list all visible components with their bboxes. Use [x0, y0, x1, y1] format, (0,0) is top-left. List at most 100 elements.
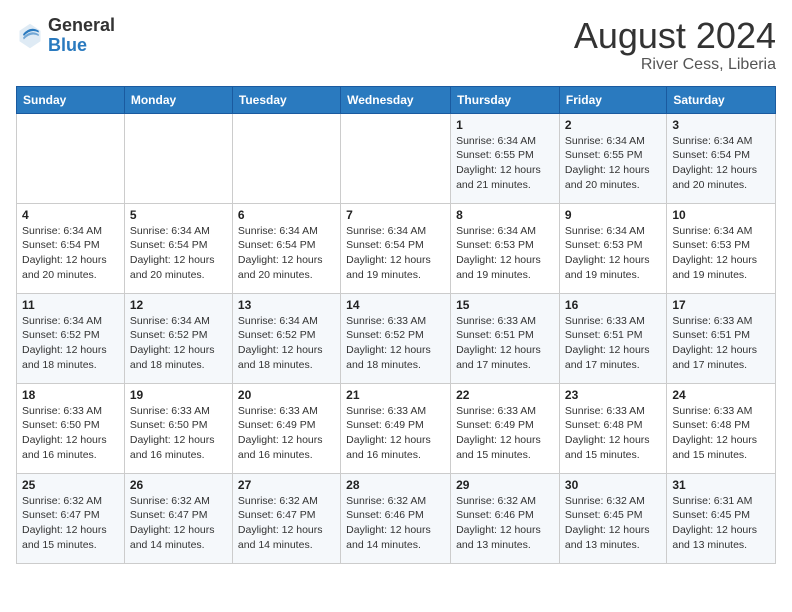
day-info: Sunrise: 6:34 AM Sunset: 6:55 PM Dayligh…	[565, 134, 661, 193]
day-number: 7	[346, 208, 445, 222]
calendar-day-cell: 25Sunrise: 6:32 AM Sunset: 6:47 PM Dayli…	[17, 473, 125, 563]
day-info: Sunrise: 6:34 AM Sunset: 6:52 PM Dayligh…	[22, 314, 119, 373]
day-info: Sunrise: 6:34 AM Sunset: 6:53 PM Dayligh…	[672, 224, 770, 283]
calendar-day-cell: 1Sunrise: 6:34 AM Sunset: 6:55 PM Daylig…	[451, 113, 560, 203]
weekday-header-wednesday: Wednesday	[341, 86, 451, 113]
day-number: 16	[565, 298, 661, 312]
day-number: 10	[672, 208, 770, 222]
calendar-week-row: 18 Sunrise: 6:33 AM Sunset: 6:50 PM Dayli…	[17, 383, 776, 473]
calendar-day-cell	[341, 113, 451, 203]
day-info: Sunrise: 6:31 AM Sunset: 6:45 PM Dayligh…	[672, 494, 770, 553]
calendar-day-cell: 23Sunrise: 6:33 AM Sunset: 6:48 PM Dayli…	[559, 383, 666, 473]
calendar-day-cell: 11 Sunrise: 6:34 AM Sunset: 6:52 PM Dayli…	[17, 293, 125, 383]
day-number: 15	[456, 298, 554, 312]
day-info: Sunrise: 6:33 AM Sunset: 6:48 PM Dayligh…	[672, 404, 770, 463]
weekday-header-monday: Monday	[124, 86, 232, 113]
day-number: 21	[346, 388, 445, 402]
day-info: Sunrise: 6:34 AM Sunset: 6:52 PM Dayligh…	[130, 314, 227, 373]
day-number: 31	[672, 478, 770, 492]
day-number: 2	[565, 118, 661, 132]
day-info: Sunrise: 6:33 AM Sunset: 6:49 PM Dayligh…	[456, 404, 554, 463]
day-info: Sunrise: 6:34 AM Sunset: 6:53 PM Dayligh…	[456, 224, 554, 283]
month-year: August 2024	[574, 16, 776, 56]
page-header: General Blue August 2024 River Cess, Lib…	[16, 16, 776, 74]
calendar-day-cell: 24 Sunrise: 6:33 AM Sunset: 6:48 PM Dayli…	[667, 383, 776, 473]
calendar-day-cell: 29 Sunrise: 6:32 AM Sunset: 6:46 PM Dayli…	[451, 473, 560, 563]
calendar-day-cell: 4 Sunrise: 6:34 AM Sunset: 6:54 PM Daylig…	[17, 203, 125, 293]
calendar-day-cell: 12Sunrise: 6:34 AM Sunset: 6:52 PM Dayli…	[124, 293, 232, 383]
day-info: Sunrise: 6:33 AM Sunset: 6:51 PM Dayligh…	[672, 314, 770, 373]
calendar-day-cell: 20 Sunrise: 6:33 AM Sunset: 6:49 PM Dayli…	[232, 383, 340, 473]
day-number: 4	[22, 208, 119, 222]
calendar-day-cell	[17, 113, 125, 203]
logo-blue: Blue	[48, 35, 87, 55]
calendar-day-cell: 9Sunrise: 6:34 AM Sunset: 6:53 PM Daylig…	[559, 203, 666, 293]
calendar-day-cell: 6 Sunrise: 6:34 AM Sunset: 6:54 PM Daylig…	[232, 203, 340, 293]
day-info: Sunrise: 6:34 AM Sunset: 6:54 PM Dayligh…	[22, 224, 119, 283]
calendar-day-cell: 5 Sunrise: 6:34 AM Sunset: 6:54 PM Daylig…	[124, 203, 232, 293]
day-number: 28	[346, 478, 445, 492]
calendar-day-cell: 15Sunrise: 6:33 AM Sunset: 6:51 PM Dayli…	[451, 293, 560, 383]
day-number: 3	[672, 118, 770, 132]
day-number: 1	[456, 118, 554, 132]
calendar-day-cell	[232, 113, 340, 203]
day-number: 22	[456, 388, 554, 402]
day-info: Sunrise: 6:32 AM Sunset: 6:46 PM Dayligh…	[346, 494, 445, 553]
day-info: Sunrise: 6:33 AM Sunset: 6:52 PM Dayligh…	[346, 314, 445, 373]
day-info: Sunrise: 6:33 AM Sunset: 6:49 PM Dayligh…	[346, 404, 445, 463]
day-info: Sunrise: 6:33 AM Sunset: 6:51 PM Dayligh…	[565, 314, 661, 373]
day-info: Sunrise: 6:34 AM Sunset: 6:54 PM Dayligh…	[130, 224, 227, 283]
calendar-day-cell: 2 Sunrise: 6:34 AM Sunset: 6:55 PM Daylig…	[559, 113, 666, 203]
day-info: Sunrise: 6:33 AM Sunset: 6:50 PM Dayligh…	[22, 404, 119, 463]
day-info: Sunrise: 6:32 AM Sunset: 6:46 PM Dayligh…	[456, 494, 554, 553]
day-number: 24	[672, 388, 770, 402]
calendar-day-cell: 28 Sunrise: 6:32 AM Sunset: 6:46 PM Dayli…	[341, 473, 451, 563]
logo-text: General Blue	[48, 16, 115, 56]
weekday-header-thursday: Thursday	[451, 86, 560, 113]
calendar-day-cell: 8 Sunrise: 6:34 AM Sunset: 6:53 PM Daylig…	[451, 203, 560, 293]
calendar-day-cell: 30 Sunrise: 6:32 AM Sunset: 6:45 PM Dayli…	[559, 473, 666, 563]
calendar-day-cell: 10 Sunrise: 6:34 AM Sunset: 6:53 PM Dayli…	[667, 203, 776, 293]
day-info: Sunrise: 6:32 AM Sunset: 6:47 PM Dayligh…	[22, 494, 119, 553]
calendar-day-cell: 3 Sunrise: 6:34 AM Sunset: 6:54 PM Daylig…	[667, 113, 776, 203]
calendar-day-cell: 14 Sunrise: 6:33 AM Sunset: 6:52 PM Dayli…	[341, 293, 451, 383]
calendar-day-cell: 16 Sunrise: 6:33 AM Sunset: 6:51 PM Dayli…	[559, 293, 666, 383]
day-info: Sunrise: 6:34 AM Sunset: 6:54 PM Dayligh…	[672, 134, 770, 193]
calendar-week-row: 11 Sunrise: 6:34 AM Sunset: 6:52 PM Dayli…	[17, 293, 776, 383]
day-number: 19	[130, 388, 227, 402]
calendar-day-cell: 18 Sunrise: 6:33 AM Sunset: 6:50 PM Dayli…	[17, 383, 125, 473]
title-block: August 2024 River Cess, Liberia	[574, 16, 776, 74]
day-number: 11	[22, 298, 119, 312]
calendar-day-cell	[124, 113, 232, 203]
day-number: 20	[238, 388, 335, 402]
day-number: 30	[565, 478, 661, 492]
day-number: 29	[456, 478, 554, 492]
day-info: Sunrise: 6:32 AM Sunset: 6:45 PM Dayligh…	[565, 494, 661, 553]
day-number: 6	[238, 208, 335, 222]
day-number: 5	[130, 208, 227, 222]
day-info: Sunrise: 6:34 AM Sunset: 6:54 PM Dayligh…	[238, 224, 335, 283]
day-info: Sunrise: 6:32 AM Sunset: 6:47 PM Dayligh…	[238, 494, 335, 553]
calendar-day-cell: 31 Sunrise: 6:31 AM Sunset: 6:45 PM Dayli…	[667, 473, 776, 563]
calendar-day-cell: 22 Sunrise: 6:33 AM Sunset: 6:49 PM Dayli…	[451, 383, 560, 473]
weekday-header-row: SundayMondayTuesdayWednesdayThursdayFrid…	[17, 86, 776, 113]
day-number: 26	[130, 478, 227, 492]
day-info: Sunrise: 6:34 AM Sunset: 6:53 PM Dayligh…	[565, 224, 661, 283]
day-number: 18	[22, 388, 119, 402]
weekday-header-tuesday: Tuesday	[232, 86, 340, 113]
day-info: Sunrise: 6:32 AM Sunset: 6:47 PM Dayligh…	[130, 494, 227, 553]
weekday-header-saturday: Saturday	[667, 86, 776, 113]
logo: General Blue	[16, 16, 115, 56]
location: River Cess, Liberia	[574, 56, 776, 74]
day-info: Sunrise: 6:34 AM Sunset: 6:52 PM Dayligh…	[238, 314, 335, 373]
day-info: Sunrise: 6:34 AM Sunset: 6:54 PM Dayligh…	[346, 224, 445, 283]
day-info: Sunrise: 6:33 AM Sunset: 6:49 PM Dayligh…	[238, 404, 335, 463]
day-number: 8	[456, 208, 554, 222]
day-number: 13	[238, 298, 335, 312]
calendar-day-cell: 27Sunrise: 6:32 AM Sunset: 6:47 PM Dayli…	[232, 473, 340, 563]
day-number: 14	[346, 298, 445, 312]
calendar-day-cell: 13 Sunrise: 6:34 AM Sunset: 6:52 PM Dayli…	[232, 293, 340, 383]
logo-general: General	[48, 15, 115, 35]
calendar-table: SundayMondayTuesdayWednesdayThursdayFrid…	[16, 86, 776, 564]
calendar-day-cell: 17Sunrise: 6:33 AM Sunset: 6:51 PM Dayli…	[667, 293, 776, 383]
